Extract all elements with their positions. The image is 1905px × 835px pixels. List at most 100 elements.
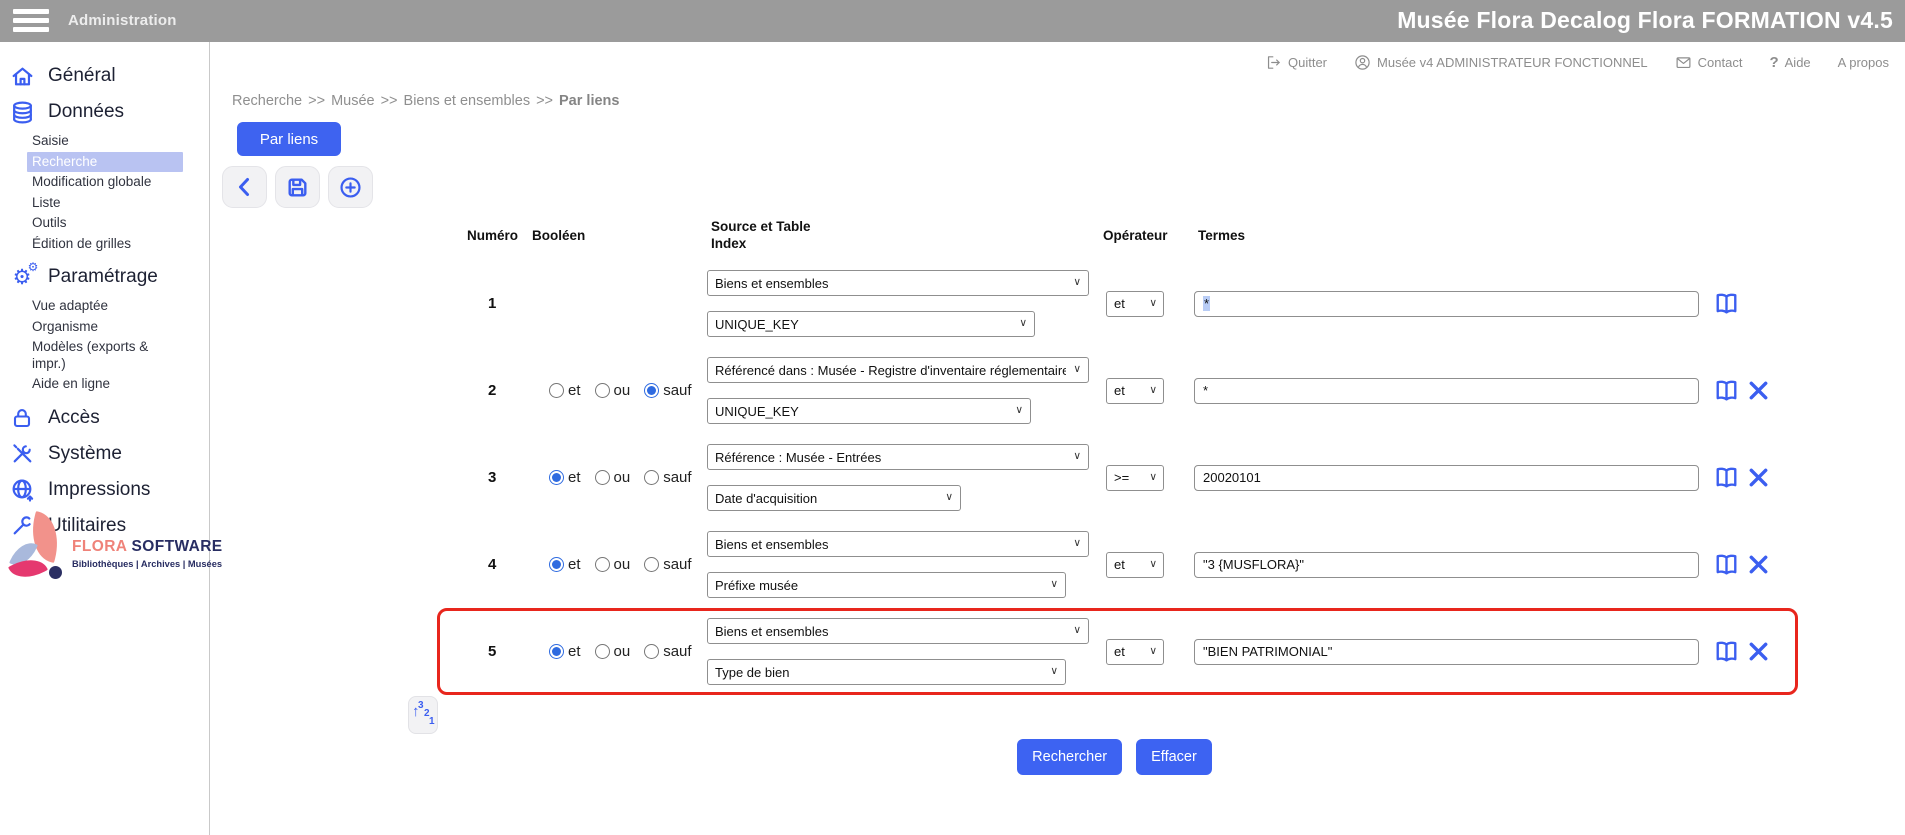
boolean-radio[interactable] [595, 644, 610, 659]
sidebar-item-vue-adaptee[interactable]: Vue adaptée [27, 296, 183, 317]
utility-bar: Quitter Musée v4 ADMINISTRATEUR FONCTION… [1265, 54, 1889, 71]
termes-input[interactable] [1194, 378, 1699, 404]
sidebar-item-modeles[interactable]: Modèles (exports & impr.) [27, 337, 183, 374]
open-book-icon [1713, 377, 1740, 404]
toolbar [222, 166, 373, 208]
sidebar-item-saisie[interactable]: Saisie [27, 131, 183, 152]
remove-row-button[interactable] [1747, 640, 1770, 663]
boolean-radio[interactable] [549, 383, 564, 398]
parametrage-submenu: Vue adaptée Organisme Modèles (exports &… [0, 296, 209, 395]
row-number: 4 [443, 556, 535, 573]
sidebar-item-organisme[interactable]: Organisme [27, 317, 183, 338]
operator-select[interactable]: et [1106, 378, 1164, 404]
termes-input[interactable]: * [1194, 291, 1699, 317]
sidebar-item-label: Impressions [48, 479, 150, 501]
row-number: 1 [443, 295, 535, 312]
form-headers: Numéro Booléen Source et TableIndex Opér… [440, 218, 1789, 252]
boolean-radio[interactable] [595, 470, 610, 485]
operator-select[interactable]: et [1106, 291, 1164, 317]
operator-select[interactable]: >= [1106, 465, 1164, 491]
remove-row-button[interactable] [1747, 466, 1770, 489]
sidebar-item-recherche[interactable]: Recherche [27, 152, 183, 173]
index-select[interactable]: Préfixe musée [707, 572, 1066, 598]
source-select[interactable]: Biens et ensembles [707, 618, 1089, 644]
boolean-radio[interactable] [644, 557, 659, 572]
termes-input[interactable] [1194, 465, 1699, 491]
add-button[interactable] [328, 166, 373, 208]
sidebar-item-acces[interactable]: Accès [0, 400, 209, 436]
boolean-radio-group: et ou sauf [535, 469, 707, 486]
boolean-radio[interactable] [595, 383, 610, 398]
flora-software-logo: FLORA SOFTWARE Bibliothèques | Archives … [6, 516, 206, 586]
termes-input[interactable] [1194, 639, 1699, 665]
index-browse-button[interactable] [1713, 377, 1740, 404]
tab-par-liens[interactable]: Par liens [237, 122, 341, 156]
quitter-link[interactable]: Quitter [1265, 54, 1327, 71]
operator-select[interactable]: et [1106, 552, 1164, 578]
criteria-row: 4 et ou sauf Biens et ensembles Préfixe … [437, 521, 1798, 608]
rechercher-button[interactable]: Rechercher [1017, 739, 1122, 775]
database-icon [9, 99, 35, 125]
sidebar-item-aide-en-ligne[interactable]: Aide en ligne [27, 374, 183, 395]
remove-x-icon [1747, 466, 1770, 489]
index-select[interactable]: UNIQUE_KEY [707, 311, 1035, 337]
remove-row-button[interactable] [1747, 379, 1770, 402]
boolean-radio[interactable] [644, 383, 659, 398]
index-select[interactable]: Type de bien [707, 659, 1066, 685]
index-browse-button[interactable] [1713, 551, 1740, 578]
breadcrumb-musee[interactable]: Musée [331, 93, 375, 109]
index-browse-button[interactable] [1713, 464, 1740, 491]
back-icon [233, 175, 257, 199]
hamburger-menu-icon[interactable] [13, 9, 49, 34]
tools-icon [9, 441, 35, 467]
aide-link[interactable]: ? Aide [1769, 54, 1810, 71]
home-icon [9, 63, 35, 89]
sidebar-item-parametrage[interactable]: ⚙⚙ Paramétrage [0, 259, 209, 295]
operator-select[interactable]: et [1106, 639, 1164, 665]
row-number: 5 [443, 643, 535, 660]
boolean-radio[interactable] [549, 557, 564, 572]
sidebar-item-label: Général [48, 65, 116, 87]
index-select[interactable]: Date d'acquisition [707, 485, 961, 511]
boolean-radio-group: et ou sauf [535, 556, 707, 573]
source-select[interactable]: Biens et ensembles [707, 270, 1089, 296]
apropos-link[interactable]: A propos [1838, 55, 1889, 70]
boolean-radio[interactable] [549, 644, 564, 659]
index-select[interactable]: UNIQUE_KEY [707, 398, 1031, 424]
back-button[interactable] [222, 166, 267, 208]
boolean-radio[interactable] [595, 557, 610, 572]
criteria-row: 2 et ou sauf Référencé dans : Musée - Re… [437, 347, 1798, 434]
boolean-radio[interactable] [549, 470, 564, 485]
breadcrumb-recherche[interactable]: Recherche [232, 93, 302, 109]
index-browse-button[interactable] [1713, 638, 1740, 665]
breadcrumb-biens[interactable]: Biens et ensembles [404, 93, 531, 109]
save-icon [285, 175, 310, 200]
app-title: Musée Flora Decalog Flora FORMATION v4.5 [1397, 7, 1893, 34]
logo-tagline: Bibliothèques | Archives | Musées [72, 559, 223, 569]
source-select[interactable]: Référencé dans : Musée - Registre d'inve… [707, 357, 1089, 383]
sidebar-item-systeme[interactable]: Système [0, 436, 209, 472]
source-select[interactable]: Biens et ensembles [707, 531, 1089, 557]
sort-order-button[interactable]: 3↑21 [408, 696, 438, 734]
sidebar-item-donnees[interactable]: Données [0, 94, 209, 130]
boolean-radio[interactable] [644, 470, 659, 485]
contact-link[interactable]: Contact [1675, 54, 1743, 71]
criteria-rows: 1 et ou sauf Biens et ensembles UNIQUE_K… [437, 260, 1798, 695]
sidebar-item-impressions[interactable]: Impressions [0, 472, 209, 508]
sidebar-item-outils[interactable]: Outils [27, 213, 183, 234]
effacer-button[interactable]: Effacer [1136, 739, 1212, 775]
sidebar-item-general[interactable]: Général [0, 58, 209, 94]
remove-row-button[interactable] [1747, 553, 1770, 576]
source-select[interactable]: Référence : Musée - Entrées [707, 444, 1089, 470]
form-actions: Rechercher Effacer [440, 739, 1789, 775]
termes-input[interactable] [1194, 552, 1699, 578]
numeric-sort-icon: 3↑21 [409, 697, 437, 733]
current-user[interactable]: Musée v4 ADMINISTRATEUR FONCTIONNEL [1354, 54, 1648, 71]
sidebar-item-edition-grilles[interactable]: Édition de grilles [27, 234, 183, 255]
save-button[interactable] [275, 166, 320, 208]
sidebar-item-modification-globale[interactable]: Modification globale [27, 172, 183, 193]
boolean-radio[interactable] [644, 644, 659, 659]
index-browse-button[interactable] [1713, 290, 1740, 317]
row-number: 3 [443, 469, 535, 486]
sidebar-item-liste[interactable]: Liste [27, 193, 183, 214]
